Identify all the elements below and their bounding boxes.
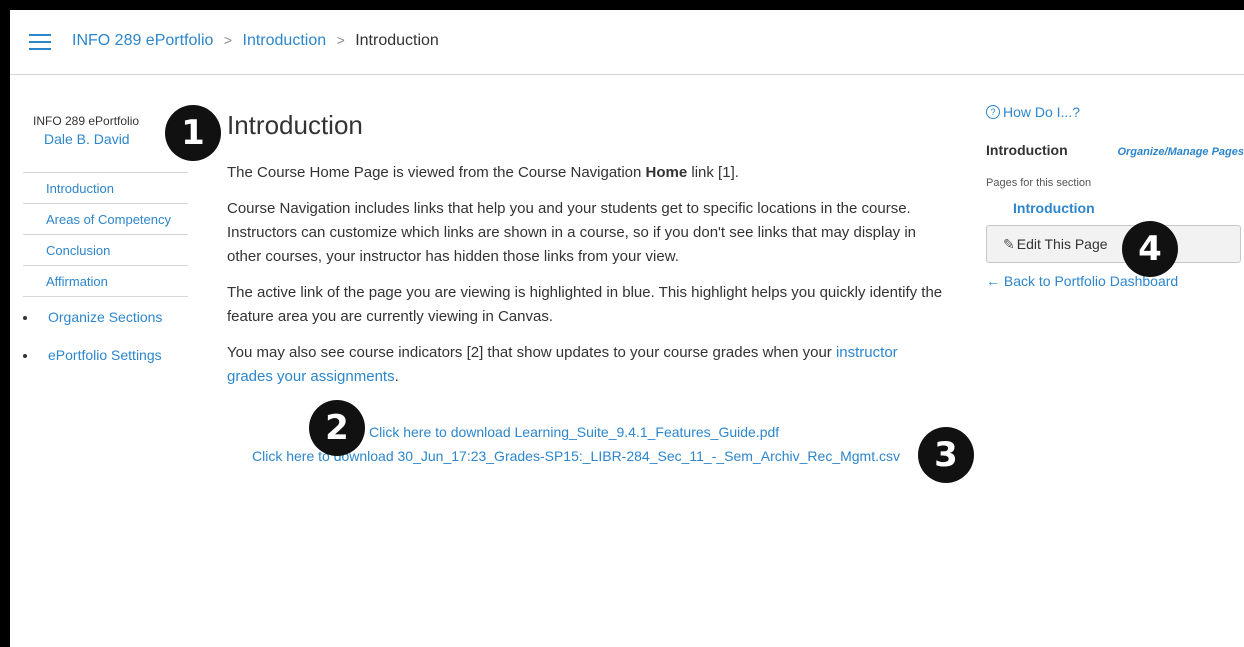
right-page-title: Introduction xyxy=(986,142,1068,158)
organize-sections-link[interactable]: Organize Sections xyxy=(23,309,188,325)
sidebar-item-introduction[interactable]: Introduction xyxy=(23,173,188,204)
sidebar-user-link[interactable]: Dale B. David xyxy=(23,131,188,147)
pencil-icon: ✎ xyxy=(1003,235,1015,252)
paragraph-course-indicators: You may also see course indicators [2] t… xyxy=(227,341,947,389)
sidebar-portfolio-title: INFO 289 ePortfolio xyxy=(33,114,140,128)
top-header: INFO 289 ePortfolio > Introduction > Int… xyxy=(10,10,1244,75)
organize-manage-pages-link[interactable]: Organize/Manage Pages xyxy=(1117,146,1244,158)
paragraph-text: link [1]. xyxy=(687,164,739,181)
paragraph-text: You may also see course indicators [2] t… xyxy=(227,344,836,361)
sidebar-actions: Organize Sections ePortfolio Settings xyxy=(23,309,188,363)
page-frame: INFO 289 ePortfolio > Introduction > Int… xyxy=(10,10,1244,647)
right-sidebar: ? How Do I...? Introduction Organize/Man… xyxy=(986,104,1244,289)
bold-home-text: Home xyxy=(645,164,688,181)
edit-this-page-label: Edit This Page xyxy=(1016,236,1108,252)
pages-for-section-label: Pages for this section xyxy=(986,177,1092,189)
right-page-header: Introduction Organize/Manage Pages xyxy=(986,142,1244,158)
breadcrumb-separator: > xyxy=(336,32,345,48)
breadcrumb: INFO 289 ePortfolio > Introduction > Int… xyxy=(72,32,439,50)
paragraph-course-navigation: Course Navigation includes links that he… xyxy=(227,200,917,265)
page-link-introduction[interactable]: Introduction xyxy=(986,200,1244,216)
sidebar-item-conclusion[interactable]: Conclusion xyxy=(23,235,188,266)
question-circle-icon: ? xyxy=(986,105,1000,119)
callout-badge-1: 1 xyxy=(165,105,221,161)
back-to-dashboard-link[interactable]: ← Back to Portfolio Dashboard xyxy=(986,273,1244,289)
how-do-i-link[interactable]: ? How Do I...? xyxy=(986,104,1244,120)
paragraph-home-link: The Course Home Page is viewed from the … xyxy=(227,161,947,185)
paragraph-text: The Course Home Page is viewed from the … xyxy=(227,164,646,181)
hamburger-icon[interactable] xyxy=(29,34,51,50)
sidebar-item-affirmation[interactable]: Affirmation xyxy=(23,266,188,297)
breadcrumb-separator: > xyxy=(223,32,233,48)
breadcrumb-current: Introduction xyxy=(355,32,439,49)
sidebar-item-areas-of-competency[interactable]: Areas of Competency xyxy=(23,204,188,235)
page-content: Introduction The Course Home Page is vie… xyxy=(227,110,947,401)
callout-badge-4: 4 xyxy=(1122,221,1178,277)
portfolio-sidebar: INFO 289 ePortfolio Dale B. David Introd… xyxy=(23,114,188,385)
paragraph-text: . xyxy=(394,368,399,385)
breadcrumb-portfolio[interactable]: INFO 289 ePortfolio xyxy=(72,32,213,49)
eportfolio-settings-link[interactable]: ePortfolio Settings xyxy=(23,347,188,363)
how-do-i-label: How Do I...? xyxy=(1003,104,1081,120)
breadcrumb-section[interactable]: Introduction xyxy=(243,32,327,49)
edit-this-page-button[interactable]: ✎ Edit This Page xyxy=(986,225,1241,263)
paragraph-active-link: The active link of the page you are view… xyxy=(227,284,943,325)
page-title: Introduction xyxy=(227,110,363,140)
callout-badge-2: 2 xyxy=(309,400,365,456)
sidebar-section-list: Introduction Areas of Competency Conclus… xyxy=(23,172,188,297)
download-pdf-link[interactable]: Click here to download Learning_Suite_9.… xyxy=(369,424,779,440)
callout-badge-3: 3 xyxy=(918,427,974,483)
